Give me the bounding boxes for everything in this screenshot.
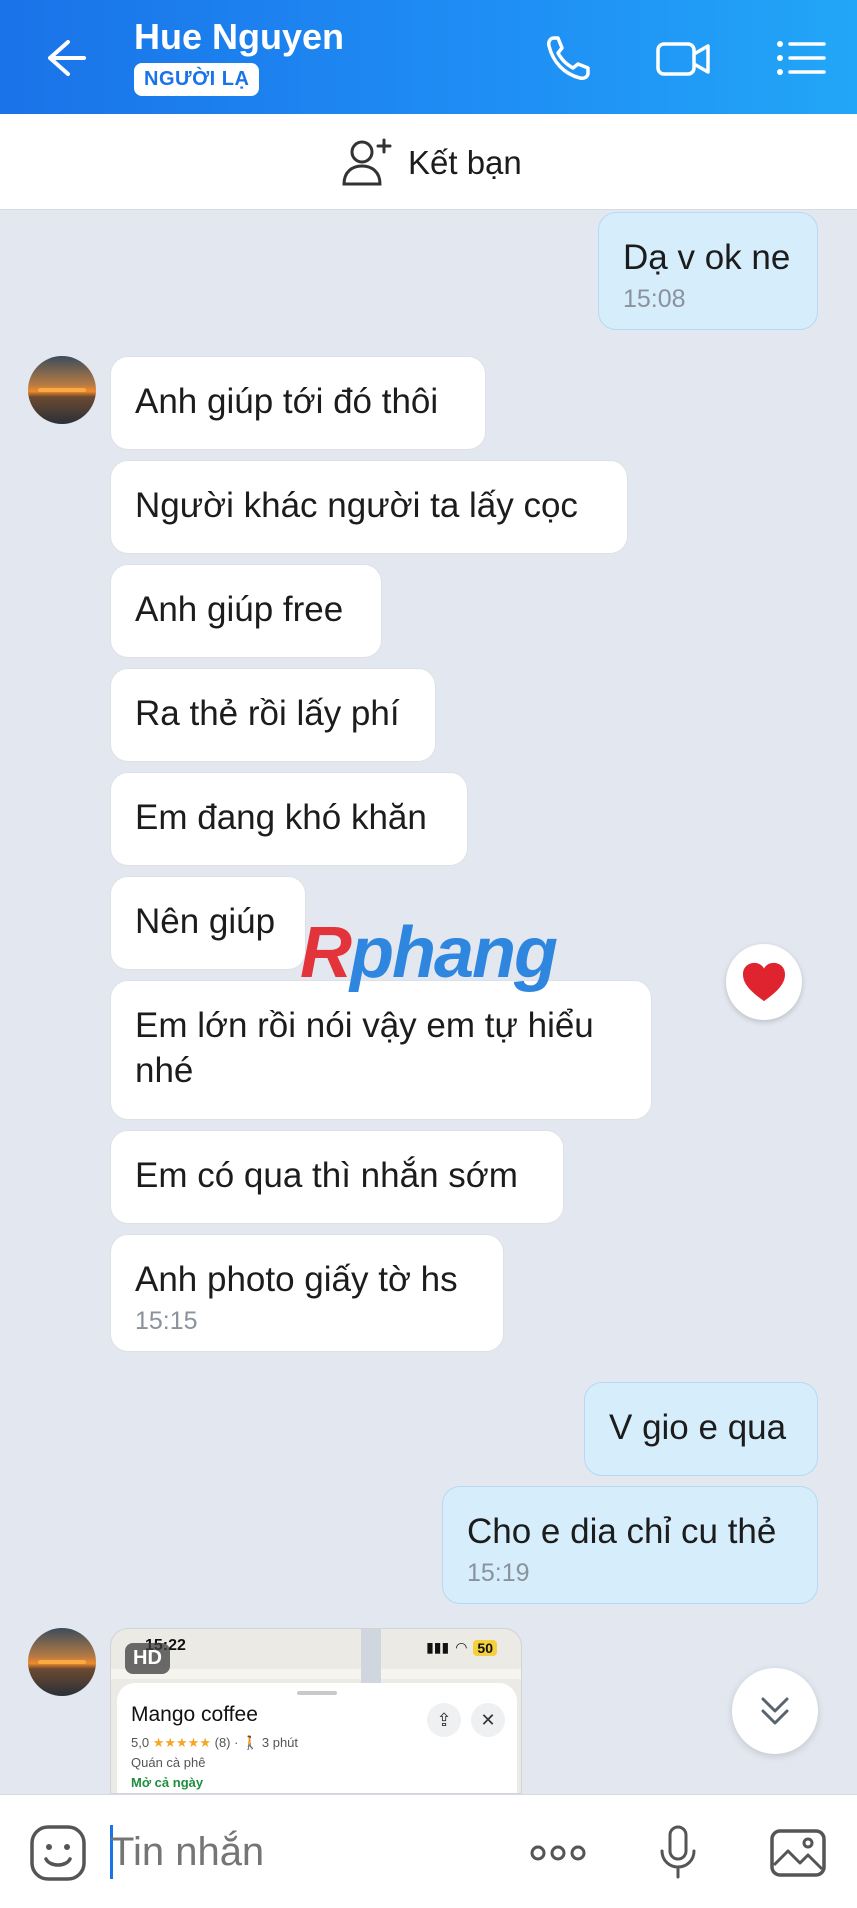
message-bubble-incoming[interactable]: Nên giúp [110,876,306,970]
message-text: Anh giúp tới đó thôi [135,382,439,421]
back-arrow-icon[interactable] [38,32,90,84]
message-text: Dạ v ok ne [623,238,791,277]
message-time: 15:19 [467,1559,530,1587]
battery-level: 50 [473,1639,497,1656]
message-bubble-incoming[interactable]: Anh giúp tới đó thôi [110,356,486,450]
message-text: Em có qua thì nhắn sớm [135,1156,518,1195]
heart-icon [743,962,785,1002]
scroll-to-bottom-button[interactable] [732,1668,818,1754]
place-name: Mango coffee [131,1703,258,1726]
message-bubble-outgoing[interactable]: Dạ v ok ne 15:08 [598,212,818,330]
contact-name[interactable]: Hue Nguyen [134,16,344,58]
add-friend-bar[interactable]: Kết bạn [0,114,857,210]
place-type: Quán cà phê [131,1755,206,1770]
message-text: Em lớn rồi nói vậy em tự hiểu nhé [135,1006,594,1090]
contact-avatar[interactable] [28,1628,96,1696]
message-time: 15:08 [623,285,686,313]
message-bubble-outgoing[interactable]: V gio e qua [584,1382,818,1476]
contact-avatar[interactable] [28,356,96,424]
video-call-icon[interactable] [654,30,712,86]
place-sheet: Mango coffee 5,0 ★★★★★ (8) · 🚶 3 phút Qu… [117,1683,517,1793]
add-friend-icon [340,134,396,190]
message-time: 15:15 [135,1307,198,1335]
image-gallery-icon[interactable] [768,1823,828,1883]
message-text: Nên giúp [135,902,276,941]
message-bubble-incoming[interactable]: Anh photo giấy tờ hs 15:15 [110,1234,504,1352]
watermark-logo: Rphang [300,913,558,993]
message-bubble-outgoing[interactable]: Cho e dia chỉ cu thẻ 15:19 [442,1486,818,1604]
chat-header: Hue Nguyen NGƯỜI LẠ [0,0,857,114]
walking-icon: 🚶 [242,1735,259,1750]
add-friend-label: Kết bạn [408,144,522,181]
phone-call-icon[interactable] [540,30,598,86]
message-text: Cho e dia chỉ cu thẻ [467,1512,777,1551]
sheet-handle [297,1691,337,1695]
double-chevron-down-icon [761,1697,789,1725]
message-composer [0,1794,857,1908]
message-bubble-incoming[interactable]: Em đang khó khăn [110,772,468,866]
message-text: Anh giúp free [135,590,344,629]
more-options-icon[interactable] [528,1823,588,1883]
hd-badge: HD [125,1643,170,1674]
wifi-icon: ◠ [455,1639,468,1655]
shared-image-map-screenshot[interactable]: 15:22 HD ▮▮▮ ◠ 50 Mango coffee 5,0 ★★★★★… [110,1628,522,1794]
message-bubble-incoming[interactable]: Em lớn rồi nói vậy em tự hiểu nhé [110,980,652,1120]
open-status: Mở cả ngày [131,1775,204,1790]
message-text: Anh photo giấy tờ hs [135,1260,458,1299]
message-text: Em đang khó khăn [135,798,427,837]
stranger-badge: NGƯỜI LẠ [134,63,260,96]
message-text: V gio e qua [609,1408,787,1447]
message-bubble-incoming[interactable]: Em có qua thì nhắn sớm [110,1130,564,1224]
heart-reaction[interactable] [726,944,802,1020]
signal-icon: ▮▮▮ [426,1639,450,1655]
message-text: Người khác người ta lấy cọc [135,486,578,525]
message-bubble-incoming[interactable]: Anh giúp free [110,564,382,658]
close-icon: ✕ [471,1703,505,1737]
sticker-emoji-icon[interactable] [28,1823,88,1883]
screenshot-status-icons: ▮▮▮ ◠ 50 [426,1639,497,1656]
message-bubble-incoming[interactable]: Ra thẻ rồi lấy phí [110,668,436,762]
share-icon: ⇪ [427,1703,461,1737]
message-input[interactable] [110,1823,510,1881]
message-text: Ra thẻ rồi lấy phí [135,694,400,733]
message-bubble-incoming[interactable]: Người khác người ta lấy cọc [110,460,628,554]
menu-list-icon[interactable] [772,30,830,86]
place-rating: 5,0 ★★★★★ (8) · 🚶 3 phút [131,1735,299,1750]
microphone-icon[interactable] [648,1823,708,1883]
